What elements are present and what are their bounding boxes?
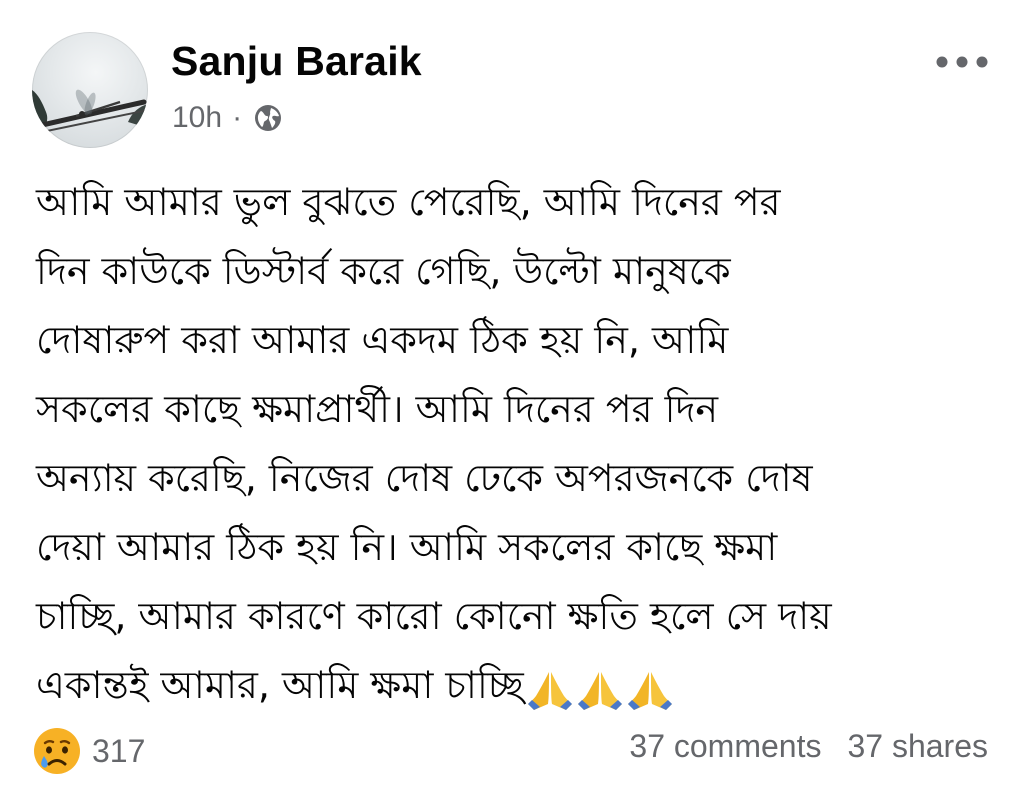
more-options-button[interactable]: [932, 44, 992, 80]
post-body: আমি আমার ভুল বুঝতে পেরেছি, আমি দিনের পর …: [36, 168, 996, 720]
post-text: আমি আমার ভুল বুঝতে পেরেছি, আমি দিনের পর …: [36, 180, 832, 707]
facebook-post: Sanju Baraik 10h · আমি আমার ভুল বুঝতে পে…: [0, 0, 1024, 800]
author-name[interactable]: Sanju Baraik: [171, 38, 422, 85]
globe-icon[interactable]: [252, 102, 284, 134]
folded-hands-icon: [576, 664, 624, 712]
post-meta: 10h ·: [172, 98, 284, 138]
post-header: Sanju Baraik 10h ·: [32, 32, 992, 152]
comments-count[interactable]: 37 comments: [629, 728, 821, 765]
post-stats: 37 comments 37 shares: [629, 728, 988, 765]
dragonfly-avatar-icon: [32, 89, 148, 136]
meta-separator: ·: [232, 101, 243, 134]
more-dots-icon: [936, 56, 988, 68]
reactions-summary[interactable]: 317: [32, 726, 145, 776]
folded-hands-icon: [526, 664, 574, 712]
post-footer: 317 37 comments 37 shares: [32, 720, 992, 780]
avatar[interactable]: [32, 32, 148, 148]
reaction-count: 317: [92, 732, 146, 769]
folded-hands-icon: [626, 664, 674, 712]
shares-count[interactable]: 37 shares: [847, 728, 988, 765]
emoji-row: [526, 664, 674, 712]
sad-reaction-icon: [32, 726, 82, 776]
post-time[interactable]: 10h: [172, 101, 222, 135]
